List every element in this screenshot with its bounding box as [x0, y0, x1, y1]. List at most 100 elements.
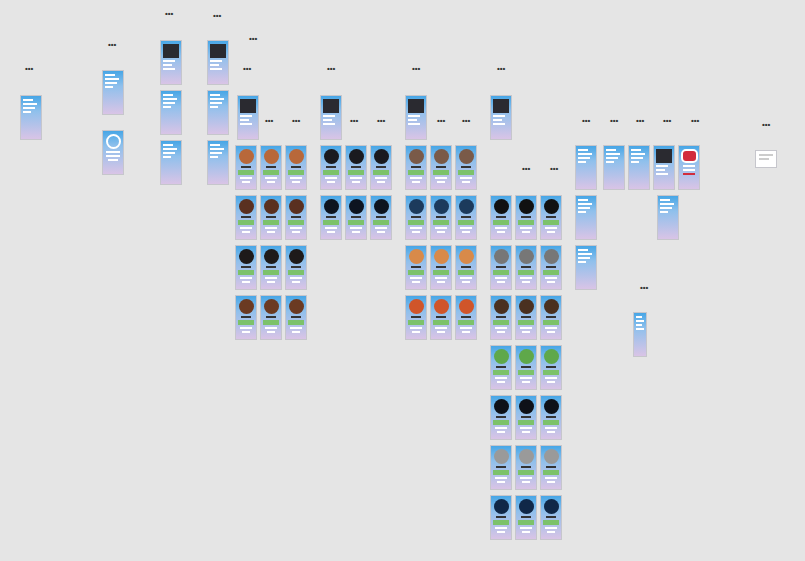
frame-label[interactable]: •••: [462, 116, 470, 126]
screen-frame[interactable]: [102, 70, 124, 115]
screen-frame[interactable]: [515, 495, 537, 540]
screen-frame[interactable]: [575, 195, 597, 240]
screen-frame[interactable]: [405, 145, 427, 190]
screen-frame[interactable]: [430, 245, 452, 290]
screen-frame[interactable]: [260, 295, 282, 340]
screen-frame[interactable]: [490, 345, 512, 390]
screen-frame[interactable]: [515, 445, 537, 490]
screen-frame[interactable]: [575, 245, 597, 290]
screen-frame[interactable]: [455, 245, 477, 290]
frame-label[interactable]: •••: [292, 116, 300, 126]
frame-label[interactable]: •••: [636, 116, 644, 126]
screen-frame[interactable]: [370, 195, 392, 240]
frame-label[interactable]: •••: [582, 116, 590, 126]
screen-frame[interactable]: [657, 195, 679, 240]
screen-frame[interactable]: [285, 295, 307, 340]
screen-frame[interactable]: [540, 195, 562, 240]
screen-frame[interactable]: [515, 195, 537, 240]
screen-frame[interactable]: [575, 145, 597, 190]
screen-frame[interactable]: [490, 445, 512, 490]
screen-frame[interactable]: [490, 245, 512, 290]
screen-frame[interactable]: [237, 95, 259, 140]
frame-label[interactable]: •••: [412, 64, 420, 74]
screen-frame[interactable]: [285, 195, 307, 240]
screen-frame[interactable]: [235, 295, 257, 340]
screen-frame[interactable]: [260, 195, 282, 240]
frame-label[interactable]: •••: [249, 34, 257, 44]
screen-frame[interactable]: [345, 145, 367, 190]
frame-label[interactable]: •••: [640, 283, 648, 293]
screen-frame[interactable]: [515, 395, 537, 440]
screen-frame[interactable]: [490, 395, 512, 440]
screen-frame[interactable]: [455, 295, 477, 340]
screen-frame[interactable]: [490, 495, 512, 540]
screen-frame[interactable]: [490, 295, 512, 340]
screen-frame[interactable]: [430, 145, 452, 190]
frame-label[interactable]: •••: [243, 64, 251, 74]
screen-frame[interactable]: [160, 40, 182, 85]
screen-frame[interactable]: [260, 245, 282, 290]
screen-frame[interactable]: [405, 195, 427, 240]
frame-label[interactable]: •••: [663, 116, 671, 126]
screen-frame[interactable]: [540, 495, 562, 540]
screen-frame[interactable]: [20, 95, 42, 140]
screen-frame[interactable]: [755, 150, 777, 168]
screen-frame[interactable]: [320, 145, 342, 190]
frame-label[interactable]: •••: [762, 120, 770, 130]
design-canvas[interactable]: ••• ••• ••• ••• ••• ••• ••• ••• ••• ••• ••• ••• ••• •…: [0, 0, 805, 561]
screen-frame[interactable]: [235, 195, 257, 240]
frame-label[interactable]: •••: [550, 164, 558, 174]
frame-label[interactable]: •••: [165, 9, 173, 19]
screen-frame[interactable]: [540, 295, 562, 340]
screen-frame[interactable]: [455, 195, 477, 240]
screen-frame[interactable]: [405, 295, 427, 340]
screen-frame[interactable]: [160, 140, 182, 185]
frame-label[interactable]: •••: [691, 116, 699, 126]
frame-label[interactable]: •••: [265, 116, 273, 126]
screen-frame[interactable]: [207, 90, 229, 135]
screen-frame[interactable]: [430, 195, 452, 240]
screen-frame[interactable]: [102, 130, 124, 175]
screen-frame[interactable]: [207, 140, 229, 185]
screen-frame[interactable]: [285, 245, 307, 290]
frame-label[interactable]: •••: [522, 164, 530, 174]
screen-frame[interactable]: [235, 145, 257, 190]
screen-frame[interactable]: [603, 145, 625, 190]
screen-frame[interactable]: [540, 345, 562, 390]
screen-frame[interactable]: [405, 95, 427, 140]
screen-frame[interactable]: [633, 312, 647, 357]
screen-frame[interactable]: [540, 445, 562, 490]
screen-frame[interactable]: [285, 145, 307, 190]
screen-frame[interactable]: [207, 40, 229, 85]
screen-frame[interactable]: [430, 295, 452, 340]
screen-frame[interactable]: [260, 145, 282, 190]
frame-label[interactable]: •••: [327, 64, 335, 74]
screen-frame[interactable]: [490, 95, 512, 140]
frame-label[interactable]: •••: [377, 116, 385, 126]
screen-frame[interactable]: [540, 245, 562, 290]
avatar: [544, 299, 559, 314]
frame-label[interactable]: •••: [25, 64, 33, 74]
frame-label[interactable]: •••: [350, 116, 358, 126]
screen-frame[interactable]: [455, 145, 477, 190]
screen-frame[interactable]: [160, 90, 182, 135]
screen-frame[interactable]: [345, 195, 367, 240]
frame-label[interactable]: •••: [610, 116, 618, 126]
screen-frame[interactable]: [515, 295, 537, 340]
frame-label[interactable]: •••: [108, 40, 116, 50]
screen-frame[interactable]: [515, 345, 537, 390]
frame-label[interactable]: •••: [213, 11, 221, 21]
screen-frame[interactable]: [515, 245, 537, 290]
screen-frame[interactable]: [678, 145, 700, 190]
screen-frame[interactable]: [653, 145, 675, 190]
screen-frame[interactable]: [320, 195, 342, 240]
screen-frame[interactable]: [628, 145, 650, 190]
frame-label[interactable]: •••: [497, 64, 505, 74]
screen-frame[interactable]: [320, 95, 342, 140]
screen-frame[interactable]: [490, 195, 512, 240]
screen-frame[interactable]: [235, 245, 257, 290]
screen-frame[interactable]: [405, 245, 427, 290]
screen-frame[interactable]: [370, 145, 392, 190]
screen-frame[interactable]: [540, 395, 562, 440]
frame-label[interactable]: •••: [437, 116, 445, 126]
